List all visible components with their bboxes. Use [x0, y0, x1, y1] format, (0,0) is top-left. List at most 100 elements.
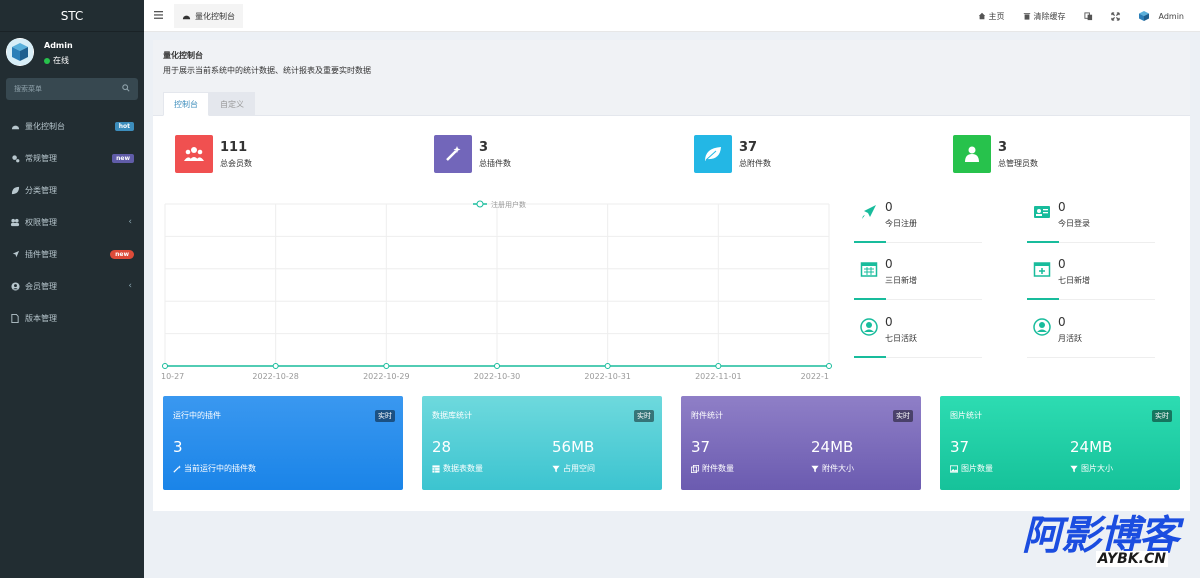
mini-stat-label: 七日活跃	[885, 334, 917, 343]
watermark-logo: 阿影博客 AYBK.CN	[946, 515, 1179, 571]
sidebar-item-version[interactable]: 版本管理	[0, 302, 144, 334]
data-point	[383, 363, 390, 369]
card-value-secondary: 56MB	[552, 438, 595, 456]
sidebar-item-label: 权限管理	[25, 217, 57, 227]
sidebar-item-auth[interactable]: 权限管理 ‹	[0, 206, 144, 238]
calendar-plus-icon	[1033, 262, 1051, 277]
mini-stat-value: 0	[1058, 200, 1066, 214]
x-tick-label: 10-27	[161, 372, 184, 381]
mini-stat-label: 七日新增	[1058, 276, 1090, 285]
card-label: 数据表数量	[432, 463, 483, 474]
sidebar-search	[6, 78, 138, 100]
card-label: 附件数量	[691, 463, 734, 474]
card-label-secondary: 图片大小	[1070, 463, 1113, 474]
user-circle-icon	[860, 318, 878, 336]
stat-value: 3	[998, 139, 1008, 155]
sidebar-item-dashboard[interactable]: 量化控制台 hot	[0, 110, 144, 142]
card-label-text: 图片数量	[961, 464, 993, 473]
dashboard-icon	[182, 15, 191, 19]
clear-cache-label: 清除缓存	[1033, 11, 1066, 21]
tab-dashboard[interactable]: 量化控制台	[174, 4, 243, 28]
clear-cache-link[interactable]: 清除缓存	[1023, 11, 1066, 22]
data-point	[604, 363, 611, 369]
mini-stat-value: 0	[1058, 315, 1066, 329]
data-point	[272, 363, 279, 369]
sidebar-item-category[interactable]: 分类管理	[0, 174, 144, 206]
mini-stat-label: 今日注册	[885, 219, 917, 228]
divider	[1027, 357, 1155, 358]
card-label: 图片数量	[950, 463, 993, 474]
x-tick-label: 2022-10-29	[363, 372, 410, 381]
user-status: 在线	[44, 55, 69, 66]
filter-icon	[811, 465, 819, 472]
card-attachments: 附件统计 实时 37 24MB 附件数量 附件大小	[681, 396, 921, 490]
search-icon[interactable]	[122, 84, 130, 92]
sidebar-item-label: 分类管理	[25, 185, 57, 195]
stat-addons: 3 总插件数	[434, 135, 511, 173]
panel-tabs: 控制台 自定义	[163, 92, 255, 116]
card-label-text: 附件大小	[822, 464, 854, 473]
leaf-icon	[10, 185, 20, 195]
chevron-left-icon: ‹	[128, 281, 132, 291]
fullscreen-toggle[interactable]	[1110, 11, 1120, 21]
sidebar-item-member[interactable]: 会员管理 ‹	[0, 270, 144, 302]
magic-wand-icon	[446, 146, 461, 161]
table-icon	[432, 464, 440, 473]
group-icon	[10, 217, 20, 227]
accent-bar	[854, 241, 886, 243]
stat-value: 37	[739, 139, 758, 155]
mini-stat-seven-active: 0 七日活跃	[854, 313, 982, 358]
stats-row: 111 总会员数 3 总插件数 37 总附件数 3 总管理员数	[153, 135, 1190, 175]
mini-stat-value: 0	[885, 257, 893, 271]
online-dot-icon	[44, 57, 50, 64]
filter-icon	[552, 465, 560, 472]
realtime-badge: 实时	[634, 410, 654, 422]
magic-wand-icon	[173, 464, 181, 473]
data-point	[715, 363, 722, 369]
user-menu[interactable]: Admin	[1138, 10, 1184, 22]
calendar-icon	[860, 262, 878, 277]
avatar[interactable]	[6, 38, 34, 66]
cube-avatar-icon	[7, 39, 33, 65]
tab-custom[interactable]: 自定义	[209, 92, 255, 116]
accent-bar	[1027, 298, 1059, 300]
stat-icon-box	[434, 135, 472, 173]
image-icon	[950, 464, 958, 473]
new-badge: new	[110, 249, 134, 259]
user-circle-icon	[1033, 318, 1051, 336]
sidebar-item-general[interactable]: 常规管理 new	[0, 142, 144, 174]
language-toggle[interactable]	[1083, 11, 1093, 21]
card-title: 图片统计	[950, 411, 982, 420]
stat-members: 111 总会员数	[175, 135, 252, 173]
mini-stat-three-day: 0 三日新增	[854, 255, 982, 300]
card-value-secondary: 24MB	[1070, 438, 1113, 456]
brand-logo[interactable]: STC	[0, 0, 144, 32]
mini-stat-today-login: 0 今日登录	[1027, 198, 1155, 243]
hamburger-icon[interactable]	[154, 10, 164, 20]
leaf-icon	[705, 147, 721, 161]
card-label: 当前运行中的插件数	[173, 463, 256, 474]
x-tick-label: 2022-10-28	[252, 372, 299, 381]
sidebar-item-addon[interactable]: 插件管理 new	[0, 238, 144, 270]
search-input[interactable]	[6, 78, 138, 100]
mini-stat-label: 月活跃	[1058, 334, 1082, 343]
stat-icon-box	[953, 135, 991, 173]
legend-marker	[476, 200, 484, 208]
registration-line-chart: 10-27 2022-10-28 2022-10-29 2022-10-30 2022-…	[161, 200, 832, 381]
stat-label: 总会员数	[220, 158, 252, 168]
files-icon	[691, 464, 699, 473]
card-value: 37	[950, 438, 970, 456]
home-link[interactable]: 主页	[978, 11, 1005, 22]
sidebar-item-label: 量化控制台	[25, 121, 65, 131]
filter-icon	[1070, 465, 1078, 472]
stat-label: 总附件数	[739, 158, 771, 168]
mini-stat-label: 今日登录	[1058, 219, 1090, 228]
mini-stat-value: 0	[885, 315, 893, 329]
sidebar-menu: 量化控制台 hot 常规管理 new 分类管理 权限管理 ‹ 插件管理 new …	[0, 110, 144, 334]
x-tick-label: 2022-10-31	[584, 372, 631, 381]
card-title: 数据库统计	[432, 411, 472, 420]
mini-stat-label: 三日新增	[885, 276, 917, 285]
user-panel: Admin 在线	[0, 32, 144, 72]
tab-console[interactable]: 控制台	[163, 92, 209, 116]
file-icon	[10, 313, 20, 323]
